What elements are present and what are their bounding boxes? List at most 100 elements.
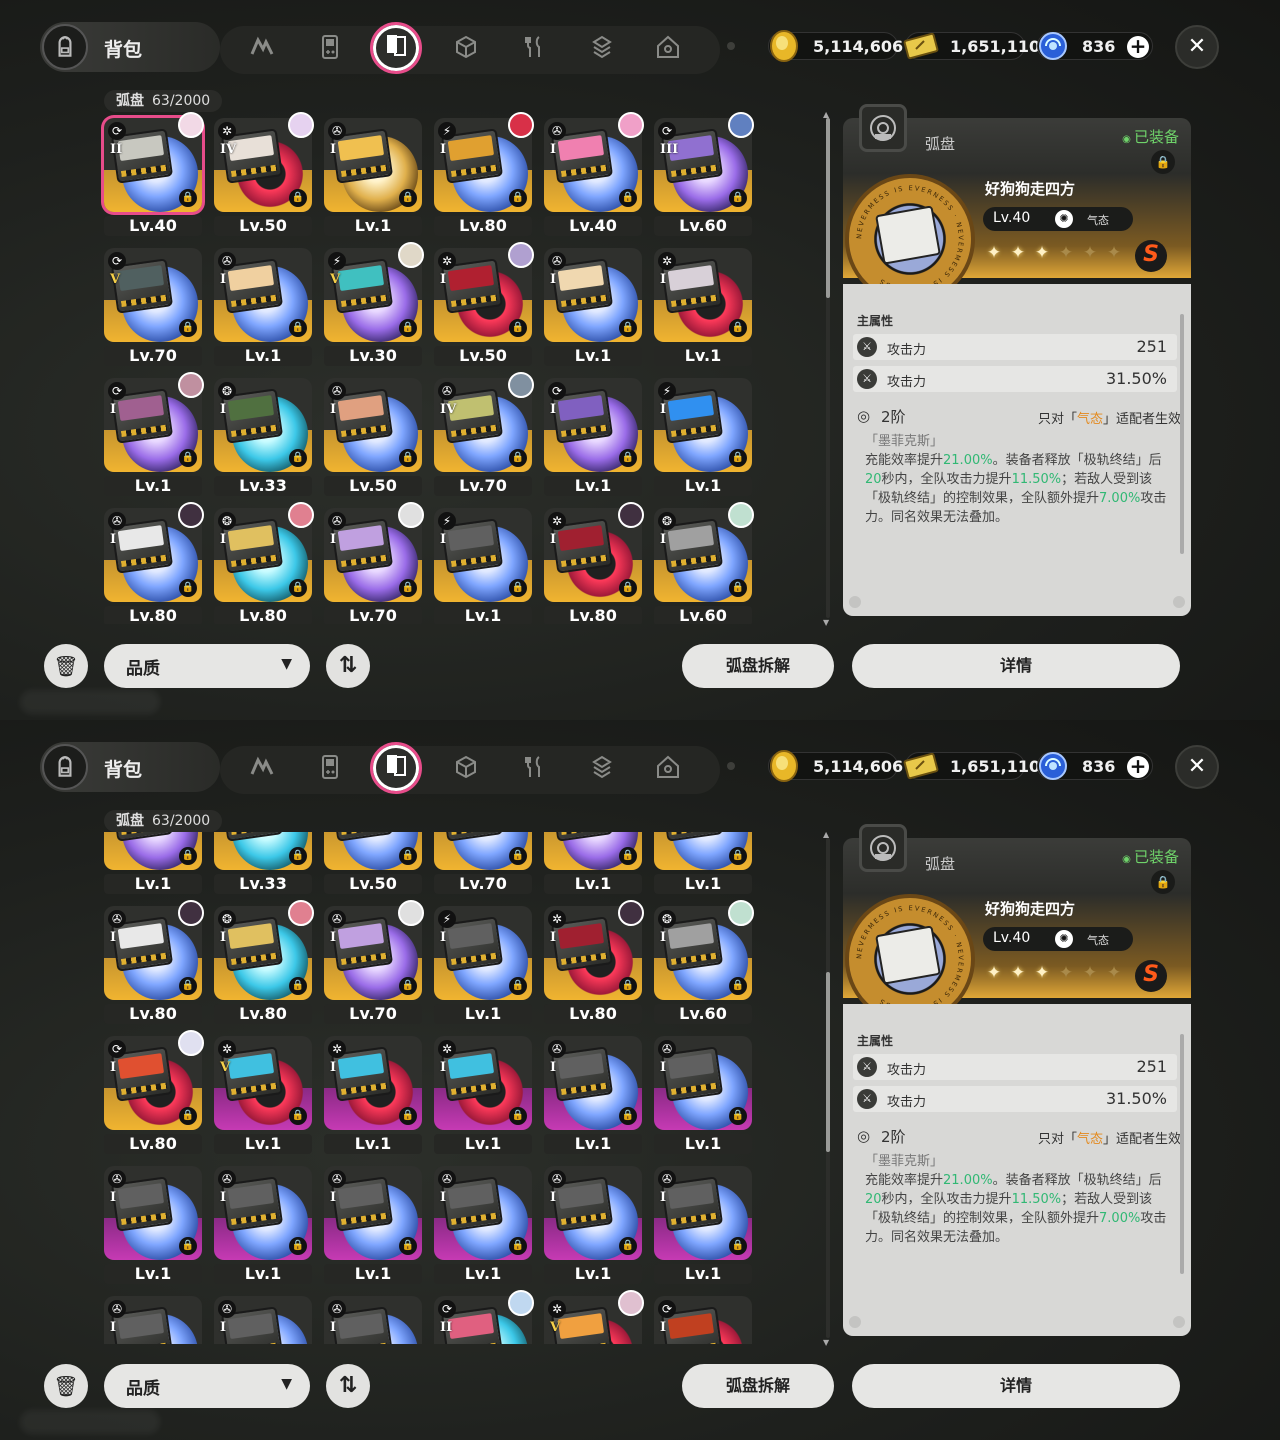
scroll-down-arrow-icon[interactable]: ▼ bbox=[823, 618, 833, 627]
disc-item[interactable]: ⟳I🔒Lv.1 bbox=[544, 832, 642, 894]
grid-scrollbar-thumb[interactable] bbox=[826, 972, 830, 1153]
disc-item[interactable]: ✇I🔒Lv.50 bbox=[324, 832, 422, 894]
disc-item[interactable]: ⟳ I 🔒 Lv.80 bbox=[104, 1030, 204, 1154]
disc-item[interactable]: ✇IV🔒Lv.70 bbox=[434, 372, 534, 496]
disc-item[interactable]: ⟳I🔒Lv.1 bbox=[544, 372, 642, 496]
disc-item[interactable]: ✇ I 🔒 Lv.1 bbox=[104, 1160, 202, 1284]
disc-item[interactable]: ⟳I🔒Lv.1 bbox=[104, 372, 204, 496]
tab-materials[interactable] bbox=[448, 32, 484, 68]
disc-item[interactable]: ✲ I 🔒 Lv.80 bbox=[544, 502, 644, 624]
disc-item[interactable]: ❂ I 🔒 Lv.80 bbox=[214, 502, 314, 624]
disc-item[interactable]: ⟳I🔒Lv.1 bbox=[104, 832, 202, 894]
disc-item[interactable]: ✇ I 🔒 Lv.70 bbox=[324, 900, 424, 1024]
disc-item[interactable]: ✇IV🔒Lv.70 bbox=[434, 832, 532, 894]
disc-tier: I bbox=[440, 1190, 447, 1205]
disc-item[interactable]: ✇I🔒 bbox=[214, 1290, 312, 1344]
disc-item[interactable]: ✇I🔒 bbox=[324, 1290, 422, 1344]
disc-item[interactable]: ⚡I🔒Lv.1 bbox=[654, 372, 752, 496]
scroll-down-arrow-icon[interactable]: ▼ bbox=[823, 1338, 833, 1347]
disc-item[interactable]: ❂I🔒Lv.33 bbox=[214, 372, 312, 496]
bag-tab[interactable]: 背包 bbox=[40, 22, 220, 72]
disc-item[interactable]: ✲ I 🔒 Lv.1 bbox=[654, 242, 752, 366]
trash-button[interactable]: 🗑 bbox=[44, 1364, 88, 1408]
set-name: 「墨菲克斯」 bbox=[865, 1154, 944, 1169]
grid-scrollbar[interactable]: ▲ ▼ bbox=[823, 110, 830, 627]
sort-dropdown[interactable]: 品质 ▼ bbox=[104, 1364, 310, 1408]
sort-dropdown[interactable]: 品质 ▼ bbox=[104, 644, 310, 688]
scroll-up-arrow-icon[interactable]: ▲ bbox=[823, 830, 833, 839]
dismantle-button[interactable]: 弧盘拆解 bbox=[682, 1364, 834, 1408]
detail-lock-icon[interactable]: 🔒 bbox=[1151, 150, 1175, 174]
trash-button[interactable]: 🗑 bbox=[44, 644, 88, 688]
tab-gameboy[interactable] bbox=[312, 752, 348, 788]
disc-item[interactable]: ⟳ III 🔒 Lv.60 bbox=[654, 112, 754, 236]
disc-item[interactable]: ❂I🔒Lv.33 bbox=[214, 832, 312, 894]
bag-tab[interactable]: 背包 bbox=[40, 742, 220, 792]
disc-item[interactable]: ⟳ V 🔒 Lv.70 bbox=[104, 242, 202, 366]
disc-item[interactable]: ✇ I 🔒 Lv.1 bbox=[544, 1030, 642, 1154]
details-button[interactable]: 详情 bbox=[852, 644, 1180, 688]
disc-item[interactable]: ✲ I 🔒 Lv.1 bbox=[434, 1030, 532, 1154]
sort-order-button[interactable]: ⇅ bbox=[326, 644, 370, 688]
disc-item[interactable]: ✇ I 🔒 Lv.80 bbox=[104, 502, 204, 624]
disc-item[interactable]: ✇ I 🔒 Lv.1 bbox=[324, 1160, 422, 1284]
disc-item[interactable]: ❂ I 🔒 Lv.60 bbox=[654, 502, 754, 624]
disc-item[interactable]: ⚡I🔒Lv.1 bbox=[434, 900, 532, 1024]
disc-item[interactable]: ❂ I 🔒 Lv.80 bbox=[214, 900, 314, 1024]
detail-scrollbar[interactable] bbox=[1180, 314, 1184, 554]
close-button[interactable]: ✕ bbox=[1175, 25, 1219, 69]
disc-item[interactable]: ✇ I 🔒 Lv.40 bbox=[544, 112, 644, 236]
disc-item[interactable]: ⚡I🔒Lv.1 bbox=[654, 832, 752, 894]
add-currency-button[interactable]: + bbox=[1127, 756, 1149, 778]
tab-agents[interactable] bbox=[244, 32, 280, 68]
disc-item[interactable]: ✇ I 🔒 Lv.1 bbox=[544, 242, 642, 366]
disc-item[interactable]: ⟳II🔒 bbox=[434, 1290, 534, 1344]
disc-item[interactable]: ✇ I 🔒 Lv.1 bbox=[544, 1160, 642, 1284]
disc-item[interactable]: ⚡ I 🔒 Lv.80 bbox=[434, 112, 534, 236]
tab-discs[interactable] bbox=[370, 22, 422, 74]
disc-item[interactable]: ⚡I🔒Lv.1 bbox=[434, 502, 532, 624]
tab-materials[interactable] bbox=[448, 752, 484, 788]
disc-item[interactable]: ✇ I 🔒 Lv.70 bbox=[324, 502, 424, 624]
disc-item[interactable]: ✇ I 🔒 Lv.1 bbox=[654, 1030, 752, 1154]
tab-food[interactable] bbox=[516, 32, 552, 68]
disc-item[interactable]: ✲V🔒 bbox=[544, 1290, 644, 1344]
tab-cards[interactable] bbox=[584, 32, 620, 68]
details-button[interactable]: 详情 bbox=[852, 1364, 1180, 1408]
disc-item[interactable]: ⚡ V 🔒 Lv.30 bbox=[324, 242, 424, 366]
disc-item[interactable]: ✇I🔒 bbox=[104, 1290, 202, 1344]
detail-lock-icon[interactable]: 🔒 bbox=[1151, 870, 1175, 894]
disc-item[interactable]: ⟳I🔒 bbox=[654, 1290, 752, 1344]
disc-item[interactable]: ✇ I 🔒 Lv.1 bbox=[434, 1160, 532, 1284]
tab-home[interactable] bbox=[650, 752, 686, 788]
tab-home[interactable] bbox=[650, 32, 686, 68]
disc-item[interactable]: ✇ I 🔒 Lv.1 bbox=[654, 1160, 752, 1284]
disc-item[interactable]: ⟳ II 🔒 Lv.40 bbox=[104, 112, 204, 236]
tab-discs[interactable] bbox=[370, 742, 422, 794]
disc-item[interactable]: ✲ I 🔒 Lv.50 bbox=[434, 242, 534, 366]
sort-order-button[interactable]: ⇅ bbox=[326, 1364, 370, 1408]
grid-scrollbar-thumb[interactable] bbox=[826, 118, 830, 298]
detail-scrollbar[interactable] bbox=[1180, 1034, 1184, 1274]
disc-item[interactable]: ✇ I 🔒 Lv.1 bbox=[214, 1160, 312, 1284]
disc-level: Lv.80 bbox=[104, 606, 202, 624]
close-button[interactable]: ✕ bbox=[1175, 745, 1219, 789]
disc-item[interactable]: ✲ V 🔒 Lv.1 bbox=[214, 1030, 312, 1154]
add-currency-button[interactable]: + bbox=[1127, 36, 1149, 58]
tab-cards[interactable] bbox=[584, 752, 620, 788]
disc-item[interactable]: ✇ I 🔒 Lv.80 bbox=[104, 900, 204, 1024]
tab-gameboy[interactable] bbox=[312, 32, 348, 68]
tab-food[interactable] bbox=[516, 752, 552, 788]
disc-item[interactable]: ✇ I 🔒 Lv.1 bbox=[324, 112, 422, 236]
disc-item[interactable]: ✇I🔒Lv.50 bbox=[324, 372, 422, 496]
disc-item[interactable]: ❂ I 🔒 Lv.60 bbox=[654, 900, 754, 1024]
disc-item[interactable]: ✲ I 🔒 Lv.1 bbox=[324, 1030, 422, 1154]
disc-item[interactable]: ✲ I 🔒 Lv.80 bbox=[544, 900, 644, 1024]
dismantle-button[interactable]: 弧盘拆解 bbox=[682, 644, 834, 688]
tab-agents[interactable] bbox=[244, 752, 280, 788]
grid-scrollbar[interactable]: ▲ ▼ bbox=[823, 830, 830, 1347]
disc-item[interactable]: ✲ IV 🔒 Lv.50 bbox=[214, 112, 314, 236]
disc-item[interactable]: ✇ I 🔒 Lv.1 bbox=[214, 242, 312, 366]
disc-grid[interactable]: ⟳I🔒Lv.1❂I🔒Lv.33✇I🔒Lv.50✇IV🔒Lv.70⟳I🔒Lv.1⚡… bbox=[98, 832, 764, 1344]
disc-grid[interactable]: ⟳ II 🔒 Lv.40 ✲ IV 🔒 Lv.50 ✇ I 🔒 Lv.1 ⚡ I 🔒 Lv.80 ✇ I 🔒 Lv.4… bbox=[98, 112, 764, 624]
